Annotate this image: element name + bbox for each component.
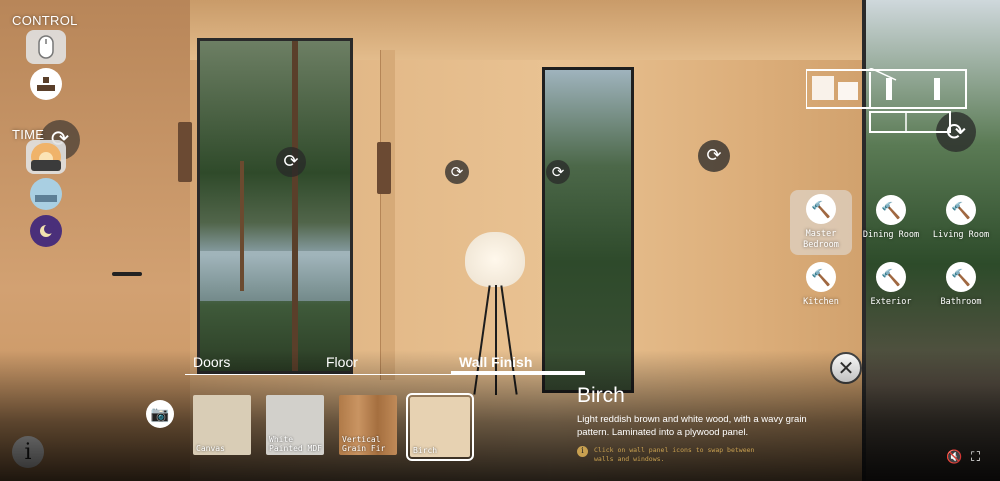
room-label: Kitchen <box>803 297 839 307</box>
tree-trunk <box>292 41 298 371</box>
keyboard-control-button[interactable] <box>30 68 62 100</box>
swatch-label: Vertical Grain Fir <box>342 435 386 453</box>
hammer-icon: 🔨 <box>876 262 906 292</box>
room-label: Exterior <box>870 297 912 307</box>
hammer-icon: 🔨 <box>876 195 906 225</box>
window-left <box>197 38 353 374</box>
finish-tabs: Doors Floor Wall Finish <box>185 354 585 375</box>
info-icon: i <box>577 446 588 457</box>
floor-plan-map[interactable] <box>806 68 968 134</box>
swatch-label: Canvas <box>196 444 225 453</box>
wall-sconce <box>377 142 391 194</box>
active-tab-indicator <box>451 371 585 374</box>
rotate-icon[interactable]: ⟳ <box>698 140 730 172</box>
time-sunrise-button[interactable] <box>26 140 66 174</box>
hammer-icon: 🔨 <box>806 262 836 292</box>
room-label: Bathroom <box>940 297 982 307</box>
finish-title: Birch <box>577 384 625 407</box>
swatch-canvas[interactable]: Canvas <box>193 395 251 455</box>
tab-wall-finish[interactable]: Wall Finish <box>459 354 532 370</box>
hint-text: Click on wall panel icons to swap betwee… <box>594 446 755 463</box>
swatch-vertical-grain-fir[interactable]: Vertical Grain Fir <box>339 395 397 455</box>
rotate-icon[interactable]: ⟳ <box>546 160 570 184</box>
room-living-room[interactable]: 🔨 Living Room <box>930 195 992 240</box>
swatch-label: White Painted MDF <box>269 435 322 453</box>
camera-button[interactable]: 📷 <box>146 400 174 428</box>
room-dining-room[interactable]: 🔨 Dining Room <box>860 195 922 240</box>
room-master-bedroom[interactable]: 🔨 Master Bedroom <box>790 190 852 255</box>
keyboard-keys-icon <box>37 77 55 91</box>
door-handle <box>112 272 142 276</box>
hammer-icon: 🔨 <box>806 194 836 224</box>
time-day-button[interactable] <box>30 178 62 210</box>
tab-doors[interactable]: Doors <box>193 354 230 370</box>
mouse-icon <box>38 35 54 59</box>
hammer-icon: 🔨 <box>946 262 976 292</box>
swatch-birch[interactable]: Birch <box>406 393 474 461</box>
camera-icon: 📷 <box>150 405 170 423</box>
moon-icon <box>40 224 54 237</box>
wall-sconce <box>178 122 192 182</box>
room-label: Living Room <box>932 230 990 240</box>
swatch-label: Birch <box>413 446 438 455</box>
control-label: CONTROL <box>12 13 78 28</box>
tree-trunk <box>240 161 244 291</box>
hammer-icon: 🔨 <box>946 195 976 225</box>
time-night-button[interactable] <box>30 215 62 247</box>
room-label: Master Bedroom <box>803 229 839 250</box>
room-bathroom[interactable]: 🔨 Bathroom <box>930 262 992 307</box>
lake <box>200 251 350 301</box>
fullscreen-icon[interactable]: ⛶ <box>971 450 980 465</box>
rotate-icon[interactable]: ⟳ <box>276 147 306 177</box>
window-center <box>542 67 634 393</box>
mouse-control-button[interactable] <box>26 30 66 64</box>
room-kitchen[interactable]: 🔨 Kitchen <box>790 262 852 307</box>
swatch-white-painted-mdf[interactable]: White Painted MDF <box>266 395 324 455</box>
floor-lamp <box>465 232 525 287</box>
sunrise-icon <box>31 143 61 171</box>
finish-description: Light reddish brown and white wood, with… <box>577 414 807 438</box>
room-label: Dining Room <box>862 230 920 240</box>
tab-floor[interactable]: Floor <box>326 354 358 370</box>
hint-note: i Click on wall panel icons to swap betw… <box>577 446 777 463</box>
rotate-icon[interactable]: ⟳ <box>445 160 469 184</box>
door-frame <box>380 50 395 380</box>
day-landscape-icon <box>35 186 57 202</box>
mute-icon[interactable]: 🔇 <box>946 450 962 465</box>
room-exterior[interactable]: 🔨 Exterior <box>860 262 922 307</box>
